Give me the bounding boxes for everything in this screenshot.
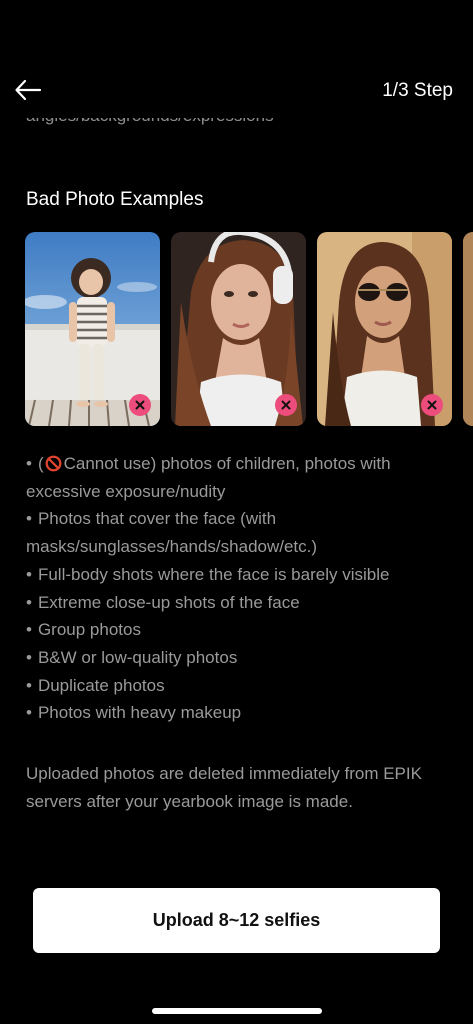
- rule-prefix: (: [37, 454, 44, 473]
- close-icon: [135, 400, 145, 410]
- privacy-notice: Uploaded photos are deleted immediately …: [26, 764, 422, 811]
- bad-photo-gallery[interactable]: [25, 232, 473, 426]
- example-card-headphones: [171, 232, 306, 426]
- example-card-partial: [463, 232, 473, 426]
- example-card-sunglasses: [317, 232, 452, 426]
- rule-item: • B&W or low-quality photos: [26, 644, 456, 672]
- home-indicator[interactable]: [152, 1008, 322, 1014]
- arrow-left-icon: [15, 79, 42, 101]
- rule-item: • Photos that cover the face (with masks/…: [26, 505, 456, 560]
- reject-badge: [275, 394, 297, 416]
- prohibited-icon: [45, 455, 62, 472]
- bullet: •: [26, 703, 32, 723]
- rule-item: • Extreme close-up shots of the face: [26, 589, 456, 617]
- rule-text: Duplicate photos: [37, 675, 165, 695]
- example-card-child: [25, 232, 160, 426]
- bullet: •: [26, 620, 32, 640]
- back-button[interactable]: [12, 76, 44, 104]
- rule-text: Photos with heavy makeup: [37, 703, 242, 723]
- rule-text: Photos that cover the face (with masks/s…: [26, 509, 318, 557]
- upload-selfies-button[interactable]: Upload 8~12 selfies: [33, 888, 440, 953]
- section-title: Bad Photo Examples: [26, 189, 204, 210]
- bullet: •: [26, 592, 32, 612]
- step-indicator: 1/3 Step: [382, 80, 453, 101]
- example-photo-partial: [463, 232, 473, 426]
- bullet: •: [26, 454, 32, 473]
- rule-text: Extreme close-up shots of the face: [37, 592, 300, 612]
- rule-text: Group photos: [37, 620, 141, 640]
- reject-badge: [421, 394, 443, 416]
- rule-item: • Photos with heavy makeup: [26, 699, 456, 727]
- bad-photo-rules-list: • (Cannot use) photos of children, photos…: [26, 450, 456, 727]
- bullet: •: [26, 564, 32, 584]
- bullet: •: [26, 647, 32, 667]
- close-icon: [281, 400, 291, 410]
- reject-badge: [129, 394, 151, 416]
- close-icon: [427, 400, 437, 410]
- rule-text: B&W or low-quality photos: [37, 647, 238, 667]
- rule-item: • Duplicate photos: [26, 672, 456, 700]
- bullet: •: [26, 509, 32, 529]
- rule-item: • Full-body shots where the face is barel…: [26, 561, 456, 589]
- clipped-previous-text: angles/backgrounds/expressions: [26, 116, 446, 132]
- rule-item: • Group photos: [26, 616, 456, 644]
- bullet: •: [26, 675, 32, 695]
- header: 1/3 Step: [0, 62, 473, 118]
- rule-item: • (Cannot use) photos of children, photos…: [26, 450, 456, 505]
- rule-text: Full-body shots where the face is barely…: [37, 564, 390, 584]
- rule-text: Cannot use) photos of children, photos w…: [26, 454, 391, 501]
